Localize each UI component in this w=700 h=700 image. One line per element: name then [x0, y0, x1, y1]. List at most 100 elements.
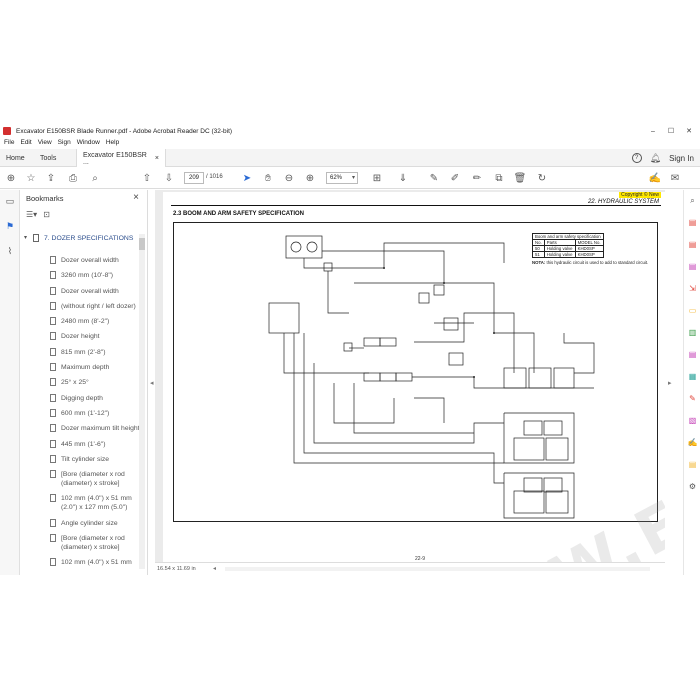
bookmark-item[interactable]: Dozer maximum tilt height	[20, 424, 140, 433]
bookmark-item[interactable]: Dozer height	[20, 332, 140, 341]
bookmark-icon	[50, 332, 56, 341]
edit-pdf-icon[interactable]: ▤	[687, 261, 698, 272]
bookmarks-panel: Bookmarks × ☰▾ ⊡ ▾ 7. DOZER SPECIFICATIO…	[20, 190, 148, 575]
notifications-bell-icon[interactable]: 🔔︎	[650, 153, 661, 164]
bookmark-item[interactable]: Dozer overall width	[20, 256, 140, 265]
comment-icon[interactable]: ✎	[427, 171, 441, 185]
export-tool-icon[interactable]: ⇲	[687, 283, 698, 294]
bookmark-parent-dozer-specs[interactable]: ▾ 7. DOZER SPECIFICATIONS	[20, 234, 140, 256]
zoom-in-icon[interactable]: ⊕	[303, 171, 317, 185]
bookmark-icon	[50, 256, 56, 264]
bookmark-star-icon[interactable]: ☆	[24, 171, 38, 185]
sign-in-link[interactable]: Sign In	[669, 154, 694, 163]
search-tool-icon[interactable]: ⌕	[687, 195, 698, 206]
bookmark-item[interactable]: 815 mm (2'-8")	[20, 347, 140, 357]
bookmark-label: [Bore (diameter x rod (diameter) x strok…	[61, 535, 125, 552]
draw-icon[interactable]: ✏	[470, 171, 484, 185]
bookmark-item[interactable]: 102 mm (4.0") x 51 mm	[20, 558, 140, 567]
delete-icon[interactable]: 🗑︎	[513, 171, 527, 185]
bookmark-item[interactable]: 2480 mm (8'-2")	[20, 317, 140, 326]
fill-sign-icon[interactable]: ✍	[648, 171, 662, 185]
window-title: Excavator E150BSR Blade Runner.pdf - Ado…	[16, 127, 233, 135]
menu-view[interactable]: View	[38, 139, 52, 146]
search-icon[interactable]: ⌕	[88, 171, 102, 185]
select-cursor-icon[interactable]: ➤	[240, 171, 254, 185]
page-thumbnails-icon[interactable]: ▭	[4, 195, 16, 207]
collapse-caret-icon[interactable]: ▾	[24, 234, 27, 243]
next-page-icon[interactable]: ⇩	[162, 171, 176, 185]
tab-bar: Home Tools Excavator E150BSR ... × ? 🔔︎ …	[0, 149, 700, 168]
zoom-select[interactable]: 62% ▾	[326, 172, 358, 184]
rotate-icon[interactable]: ↻	[535, 171, 549, 185]
more-tools-icon[interactable]: ⚙	[687, 481, 698, 492]
highlight-pen-icon[interactable]: ✐	[448, 171, 462, 185]
scrollbar-thumb[interactable]	[139, 238, 145, 250]
bookmark-item[interactable]: Angle cylinder size	[20, 518, 140, 528]
bookmark-icon	[50, 424, 56, 433]
bookmark-label: Dozer maximum tilt height	[61, 425, 140, 433]
bookmark-item[interactable]: Digging depth	[20, 393, 140, 403]
bookmark-item[interactable]: Maximum depth	[20, 363, 140, 372]
bookmark-options-icon[interactable]: ☰▾	[26, 210, 37, 219]
stamp-icon[interactable]: ⧉	[492, 171, 506, 185]
horizontal-scrollbar[interactable]	[225, 567, 650, 571]
bookmark-item[interactable]: Tilt cylinder size	[20, 454, 140, 464]
window-controls: – ☐ ✕	[644, 125, 698, 137]
scroll-mode-icon[interactable]: ⇓	[396, 171, 410, 185]
bookmark-item[interactable]: Dozer overall width	[20, 286, 140, 296]
tab-home[interactable]: Home	[0, 149, 31, 167]
scroll-left-icon[interactable]: ◂	[213, 565, 216, 572]
print-icon[interactable]: ⎙	[66, 171, 80, 185]
help-icon[interactable]: ?	[631, 153, 642, 163]
scan-ocr-icon[interactable]: ▦	[687, 371, 698, 382]
bookmark-icon	[50, 454, 56, 463]
bookmark-item[interactable]: 25° x 25°	[20, 378, 140, 387]
menu-edit[interactable]: Edit	[20, 139, 31, 146]
bookmarks-panel-icon[interactable]: ⚑	[4, 220, 16, 232]
bookmark-list: ▾ 7. DOZER SPECIFICATIONS Dozer overall …	[20, 234, 140, 574]
send-for-signature-icon[interactable]: ▤	[687, 459, 698, 470]
new-bookmark-icon[interactable]: ⊡	[43, 210, 50, 219]
previous-page-icon[interactable]: ⇧	[140, 171, 154, 185]
email-icon[interactable]: ✉	[668, 171, 682, 185]
create-icon[interactable]: ⊕	[4, 171, 18, 185]
bookmark-item[interactable]: 445 mm (1'-6")	[20, 439, 140, 449]
bookmark-item[interactable]: 3260 mm (10'-8")	[20, 271, 140, 280]
close-panel-icon[interactable]: ×	[133, 192, 139, 203]
comment-tool-icon[interactable]: ▭	[687, 305, 698, 316]
minimize-button[interactable]: –	[644, 125, 662, 137]
close-tab-icon[interactable]: ×	[155, 155, 159, 162]
fit-page-icon[interactable]: ⊞	[370, 171, 384, 185]
zoom-out-icon[interactable]: ⊖	[282, 171, 296, 185]
bookmark-item[interactable]: 600 mm (1'-12")	[20, 408, 140, 418]
menu-file[interactable]: File	[4, 139, 14, 146]
menu-help[interactable]: Help	[106, 139, 119, 146]
bookmark-item[interactable]: 102 mm (4.0") x 51 mm (2.0") x 127 mm (5…	[20, 494, 140, 512]
combine-files-icon[interactable]: ▥	[687, 327, 698, 338]
page-number-input[interactable]: 209	[184, 172, 204, 184]
protect-icon[interactable]: ✎	[687, 393, 698, 404]
collapse-right-panel-icon[interactable]: ▸	[668, 379, 672, 387]
maximize-button[interactable]: ☐	[662, 125, 680, 137]
prepare-form-icon[interactable]: ▧	[687, 415, 698, 426]
bookmark-item[interactable]: [Bore (diameter x rod (diameter) x strok…	[20, 534, 140, 552]
chevron-down-icon: ▾	[351, 175, 355, 181]
bookmarks-header: Bookmarks	[26, 194, 64, 203]
tab-document[interactable]: Excavator E150BSR ... ×	[76, 149, 166, 168]
attachments-icon[interactable]: ⌇	[4, 245, 16, 257]
hand-tool-icon[interactable]: ✋︎	[261, 171, 275, 185]
collapse-left-panel-icon[interactable]: ◂	[150, 379, 154, 387]
share-upload-icon[interactable]: ⇪	[44, 171, 58, 185]
create-pdf-icon[interactable]: ▤	[687, 239, 698, 250]
close-window-button[interactable]: ✕	[680, 125, 698, 137]
organize-pages-icon[interactable]: ▤	[687, 349, 698, 360]
menu-sign[interactable]: Sign	[58, 139, 71, 146]
tab-tools[interactable]: Tools	[34, 149, 62, 167]
bookmarks-scrollbar[interactable]	[139, 234, 145, 569]
fill-and-sign-icon[interactable]: ✍	[687, 437, 698, 448]
export-pdf-icon[interactable]: ▤	[687, 217, 698, 228]
bookmark-item[interactable]: (without right / left dozer)	[20, 301, 140, 311]
bookmark-item[interactable]: [Bore (diameter x rod (diameter) x strok…	[20, 470, 140, 488]
menu-window[interactable]: Window	[77, 139, 100, 146]
document-view[interactable]: Copyright © New 22. HYDRAULIC SYSTEM 2.3…	[155, 190, 665, 562]
